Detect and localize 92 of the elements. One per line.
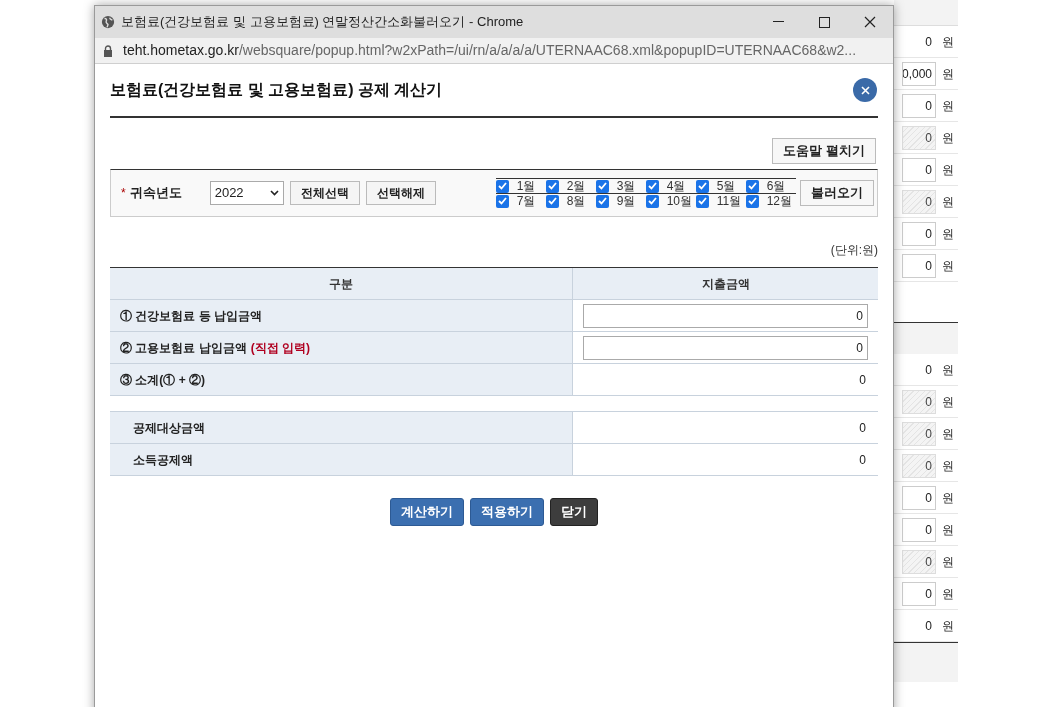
amount-text: 0 xyxy=(859,371,867,389)
amount-field[interactable]: 0 xyxy=(583,303,868,328)
month-label: 2월 xyxy=(566,178,586,195)
row-label: 공제대상금액 xyxy=(133,419,205,437)
month-label: 3월 xyxy=(616,178,636,195)
unit-text: 원 xyxy=(942,585,954,603)
row-label: ③ 소계(① + ②) xyxy=(120,371,205,389)
unit-text: 원 xyxy=(942,617,954,635)
amount-field[interactable]: 0 xyxy=(902,253,936,278)
help-button[interactable]: 도움말 펼치기 xyxy=(772,138,876,164)
load-button[interactable]: 불러오기 xyxy=(799,180,874,206)
amount-field[interactable]: 0 xyxy=(583,335,868,360)
month-label: 8월 xyxy=(566,193,586,210)
column-header: 지출금액 xyxy=(701,275,750,293)
minimize-icon xyxy=(772,21,784,23)
action-button[interactable]: 선택해제 xyxy=(365,181,436,205)
unit-text: 원 xyxy=(942,489,954,507)
amount-text: 0 xyxy=(859,451,867,469)
amount-field[interactable]: 0 xyxy=(902,157,936,182)
amount-text: 0 xyxy=(925,361,933,379)
action-button[interactable]: 적용하기 xyxy=(470,498,544,526)
close-icon xyxy=(864,16,876,28)
required-mark: * xyxy=(121,185,126,202)
unit-text: 원 xyxy=(942,457,954,475)
unit-text: 원 xyxy=(942,193,954,211)
unit-text: 원 xyxy=(942,257,954,275)
amount-field: 0 xyxy=(902,189,936,214)
amount-field: 0 xyxy=(902,125,936,150)
month-checkbox[interactable] xyxy=(495,194,509,208)
month-checkbox[interactable] xyxy=(695,194,709,208)
unit-text: (단위:원) xyxy=(830,242,878,259)
month-checkbox[interactable] xyxy=(595,179,609,193)
month-checkbox[interactable] xyxy=(745,194,759,208)
unit-text: 원 xyxy=(942,129,954,147)
month-label: 6월 xyxy=(766,178,786,195)
month-label: 5월 xyxy=(716,178,736,195)
month-checkbox[interactable] xyxy=(545,194,559,208)
caret-icon xyxy=(269,190,279,196)
amount-field[interactable]: 0 xyxy=(902,221,936,246)
month-checkbox[interactable] xyxy=(495,179,509,193)
close-icon[interactable] xyxy=(853,78,877,102)
action-button[interactable]: 전체선택 xyxy=(289,181,360,205)
lock-icon xyxy=(103,44,113,57)
unit-text: 원 xyxy=(942,33,954,51)
amount-field[interactable]: 0,000 xyxy=(902,61,936,86)
row-label: ② 고용보험료 납입금액 xyxy=(120,339,247,357)
unit-text: 원 xyxy=(942,225,954,243)
month-checkbox[interactable] xyxy=(545,179,559,193)
globe-icon xyxy=(101,15,115,29)
unit-text: 원 xyxy=(942,97,954,115)
month-label: 1월 xyxy=(516,178,536,195)
month-checkbox[interactable] xyxy=(745,179,759,193)
year-select[interactable]: 2022 xyxy=(209,181,284,205)
unit-text: 원 xyxy=(942,361,954,379)
action-button[interactable]: 닫기 xyxy=(550,498,598,526)
amount-field[interactable]: 0 xyxy=(902,485,936,510)
month-label: 10월 xyxy=(666,193,693,210)
month-checkbox[interactable] xyxy=(695,179,709,193)
unit-text: 원 xyxy=(942,65,954,83)
unit-text: 원 xyxy=(942,425,954,443)
maximize-icon xyxy=(818,16,830,28)
column-header: 구분 xyxy=(329,275,353,293)
amount-field[interactable]: 0 xyxy=(902,517,936,542)
month-label: 9월 xyxy=(616,193,636,210)
amount-field[interactable]: 0 xyxy=(902,93,936,118)
dialog-title: 보험료(건강보험료 및 고용보험료) 공제 계산기 xyxy=(110,80,443,100)
amount-text: 0 xyxy=(925,33,933,51)
unit-text: 원 xyxy=(942,161,954,179)
row-label: ① 건강보험료 등 납입금액 xyxy=(120,307,262,325)
month-checkbox[interactable] xyxy=(595,194,609,208)
address-text: teht.hometax.go.kr/websquare/popup.html?w2xPath=/ui/rn/a/a/a/a/UTERNAAC68.xml&popupID=UTERNAAC68&w2... xyxy=(123,41,857,60)
month-checkbox[interactable] xyxy=(645,179,659,193)
amount-text: 0 xyxy=(925,617,933,635)
note-text: (직접 입력) xyxy=(250,339,310,357)
amount-field: 0 xyxy=(902,549,936,574)
amount-field: 0 xyxy=(902,389,936,414)
row-label: 소득공제액 xyxy=(133,451,193,469)
unit-text: 원 xyxy=(942,393,954,411)
month-label: 12월 xyxy=(766,193,793,210)
action-button[interactable]: 계산하기 xyxy=(390,498,464,526)
month-label: 4월 xyxy=(666,178,686,195)
month-label: 11월 xyxy=(716,193,742,210)
amount-field: 0 xyxy=(902,453,936,478)
month-label: 7월 xyxy=(516,193,536,210)
amount-field: 0 xyxy=(902,421,936,446)
unit-text: 원 xyxy=(942,521,954,539)
field-label: 귀속년도 xyxy=(129,184,183,203)
unit-text: 원 xyxy=(942,553,954,571)
amount-text: 0 xyxy=(859,419,867,437)
amount-field[interactable]: 0 xyxy=(902,581,936,606)
month-checkbox[interactable] xyxy=(645,194,659,208)
window-title: 보험료(건강보험료 및 고용보험료) 연말정산간소화불러오기 - Chrome xyxy=(121,13,525,32)
